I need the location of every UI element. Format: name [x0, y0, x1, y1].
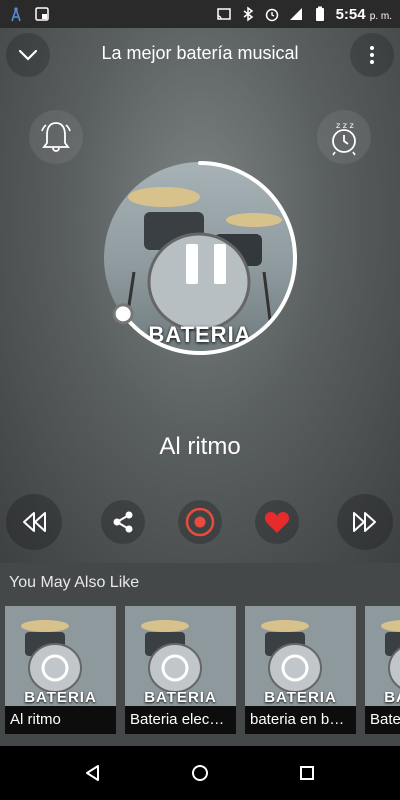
recommendation-card[interactable]: BATERIA Al ritmo	[5, 606, 116, 734]
heart-icon	[264, 512, 290, 533]
status-bar: 5:54 p. m.	[0, 0, 400, 28]
battery-icon	[315, 6, 324, 21]
artwork-disc: BATERIA	[98, 156, 302, 360]
player-controls	[0, 490, 400, 550]
home-circle-icon	[191, 765, 208, 781]
signal-tower-icon	[11, 7, 21, 22]
more-vert-icon	[370, 46, 374, 64]
clock-time: 5:54	[335, 5, 366, 23]
page-title: La mejor batería musical	[101, 43, 299, 63]
alarm-icon	[265, 8, 278, 22]
back-triangle-icon	[86, 765, 100, 781]
clock: 5:54 p. m.	[336, 6, 392, 23]
progress-knob[interactable]	[112, 303, 134, 325]
record-icon	[185, 507, 215, 537]
recommendation-card[interactable]: BATERIA Bateria elec…	[125, 606, 236, 734]
chevron-down-icon	[18, 49, 38, 61]
card-art-text: BATERIA	[24, 689, 97, 706]
progress-ring[interactable]	[98, 156, 302, 360]
sleep-timer-button[interactable]: z z z	[317, 110, 371, 164]
sleep-timer-icon: z z z	[332, 121, 356, 156]
recommendation-card[interactable]: BATERIA Bate	[365, 606, 400, 734]
recents-square-icon	[299, 766, 314, 780]
clock-suffix: p. m.	[369, 10, 392, 22]
favorite-button[interactable]	[255, 500, 299, 544]
rewind-button[interactable]	[6, 494, 62, 550]
ringtone-button[interactable]	[29, 110, 83, 164]
track-name: Al ritmo	[159, 433, 241, 460]
recommendation-card[interactable]: BATERIA bateria en b…	[245, 606, 356, 734]
card-art-text: BATERIA	[264, 689, 337, 706]
back-button[interactable]	[73, 753, 113, 793]
home-button[interactable]	[180, 753, 220, 793]
card-label: Al ritmo	[5, 706, 116, 734]
share-icon	[113, 511, 133, 533]
player-screen: La mejor batería musical z z z BATERIA A…	[0, 28, 400, 563]
fast-forward-icon	[353, 512, 376, 532]
recommendations-section: You May Also Like BATERIA Al ritmo BATER…	[0, 563, 400, 746]
card-label: bateria en b…	[245, 706, 356, 734]
system-nav-bar	[0, 746, 400, 800]
card-label: Bate	[365, 706, 400, 734]
card-label: Bateria elec…	[125, 706, 236, 734]
cast-icon	[216, 8, 231, 20]
more-options-button[interactable]	[350, 33, 394, 77]
recents-button[interactable]	[287, 753, 327, 793]
player-header: La mejor batería musical	[0, 28, 400, 82]
svg-text:z z z: z z z	[336, 121, 354, 130]
card-art-text: BATERIA	[384, 689, 400, 706]
bluetooth-icon	[243, 6, 253, 22]
collapse-button[interactable]	[6, 33, 50, 77]
cellular-icon	[289, 8, 302, 20]
progress-arc	[121, 161, 297, 355]
section-title: You May Also Like	[9, 574, 140, 591]
recommendations-list: BATERIA Al ritmo BATERIA Bateria elec… B…	[5, 606, 400, 734]
bell-icon	[41, 122, 71, 152]
wallpaper-icon	[35, 7, 49, 21]
forward-button[interactable]	[337, 494, 393, 550]
record-button[interactable]	[178, 500, 222, 544]
share-button[interactable]	[101, 500, 145, 544]
card-art-text: BATERIA	[144, 689, 217, 706]
rewind-icon	[23, 512, 46, 532]
